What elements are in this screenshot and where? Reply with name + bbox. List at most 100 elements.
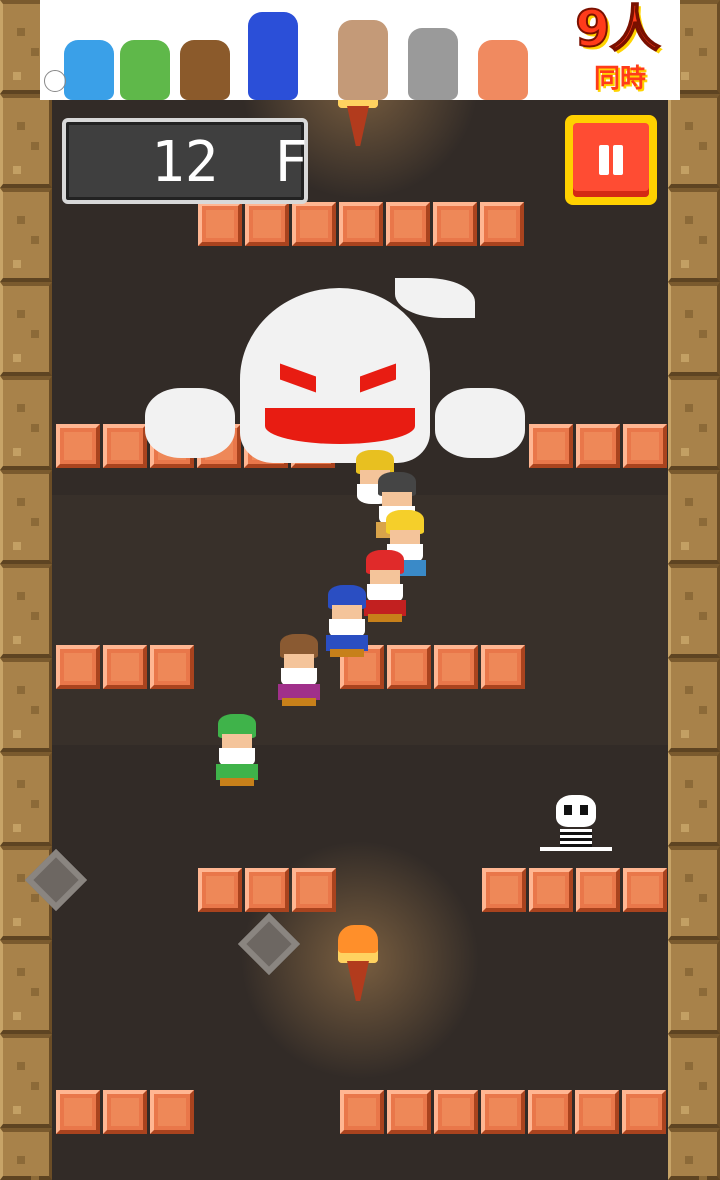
brick-block — [150, 1090, 194, 1134]
platform — [56, 1090, 194, 1134]
banner-character-heads — [58, 4, 538, 100]
character-head-icon — [180, 40, 230, 100]
platform — [482, 868, 667, 912]
platform — [340, 1090, 666, 1134]
flame-icon — [338, 925, 378, 963]
wall-brick — [0, 940, 52, 1034]
brick-block — [340, 1090, 384, 1134]
brick-block — [56, 1090, 100, 1134]
wall-brick — [0, 1128, 52, 1180]
wall-brick — [668, 470, 720, 564]
platform — [56, 645, 194, 689]
character-head-icon — [408, 28, 458, 100]
wall-brick — [0, 188, 52, 282]
brick-block — [434, 1090, 478, 1134]
wall-brick — [0, 376, 52, 470]
banner-subtitle: 同時 — [593, 64, 646, 94]
platform — [198, 868, 336, 912]
brick-block — [529, 868, 573, 912]
brick-block — [103, 424, 147, 468]
ghost-boss — [145, 278, 525, 468]
wall-brick — [0, 564, 52, 658]
skeleton-limbs — [540, 847, 612, 865]
brick-block — [575, 1090, 619, 1134]
brick-block — [56, 424, 100, 468]
wall-brick — [0, 1034, 52, 1128]
wall-brick — [668, 564, 720, 658]
brick-block — [623, 424, 667, 468]
brick-block — [292, 202, 336, 246]
ghost-mouth — [265, 408, 415, 444]
wall-brick — [668, 846, 720, 940]
brick-block — [103, 645, 147, 689]
wall-brick — [668, 188, 720, 282]
party-member — [272, 634, 326, 708]
platform — [529, 424, 667, 468]
brick-block — [339, 202, 383, 246]
brick-block — [576, 424, 620, 468]
pause-button[interactable] — [565, 115, 657, 205]
ad-banner[interactable]: 9人 同時 — [40, 0, 680, 100]
platform — [198, 202, 524, 246]
skeleton-enemy — [540, 795, 612, 867]
ghost-tail — [395, 278, 475, 318]
party-member — [210, 714, 264, 788]
ad-info-icon[interactable] — [44, 70, 66, 92]
wall-brick — [668, 940, 720, 1034]
brick-block — [103, 1090, 147, 1134]
brick-block — [481, 645, 525, 689]
brick-block — [387, 1090, 431, 1134]
dwarf-feet — [220, 778, 254, 786]
wall-brick — [0, 752, 52, 846]
wall-brick — [668, 658, 720, 752]
character-head-icon — [338, 20, 388, 100]
brick-block — [434, 645, 478, 689]
left-wall — [0, 0, 52, 1180]
pause-icon — [573, 123, 649, 197]
torch-stick — [347, 106, 369, 146]
wall-brick — [668, 1034, 720, 1128]
brick-block — [529, 424, 573, 468]
floor-number: 12 — [151, 130, 219, 195]
wall-brick — [0, 94, 52, 188]
brick-block — [623, 868, 667, 912]
brick-block — [480, 202, 524, 246]
dwarf-feet — [330, 649, 364, 657]
floor-counter: 12 F — [62, 118, 308, 204]
wall-brick — [668, 282, 720, 376]
banner-title: 9人 — [574, 0, 661, 58]
brick-block — [292, 868, 336, 912]
wall-brick — [668, 1128, 720, 1180]
torch-stick — [347, 961, 369, 1001]
skeleton-ribs — [560, 829, 592, 849]
wall-brick — [668, 752, 720, 846]
ghost-left-arm — [145, 388, 235, 458]
character-head-icon — [248, 12, 298, 100]
character-head-icon — [478, 40, 528, 100]
brick-block — [528, 1090, 572, 1134]
party-member — [320, 585, 374, 659]
brick-block — [198, 202, 242, 246]
wall-brick — [0, 470, 52, 564]
character-head-icon — [120, 40, 170, 100]
skull-icon — [556, 795, 596, 827]
brick-block — [245, 868, 289, 912]
dwarf-feet — [282, 698, 316, 706]
character-head-icon — [64, 40, 114, 100]
torch-icon — [333, 925, 383, 1005]
brick-block — [482, 868, 526, 912]
brick-block — [433, 202, 477, 246]
ghost-right-arm — [435, 388, 525, 458]
brick-block — [481, 1090, 525, 1134]
brick-block — [386, 202, 430, 246]
brick-block — [387, 645, 431, 689]
brick-block — [245, 202, 289, 246]
wall-brick — [0, 658, 52, 752]
wall-brick — [0, 282, 52, 376]
brick-block — [198, 868, 242, 912]
wall-brick — [668, 376, 720, 470]
floor-unit: F — [274, 130, 308, 195]
brick-block — [576, 868, 620, 912]
wall-brick — [668, 94, 720, 188]
brick-block — [622, 1090, 666, 1134]
